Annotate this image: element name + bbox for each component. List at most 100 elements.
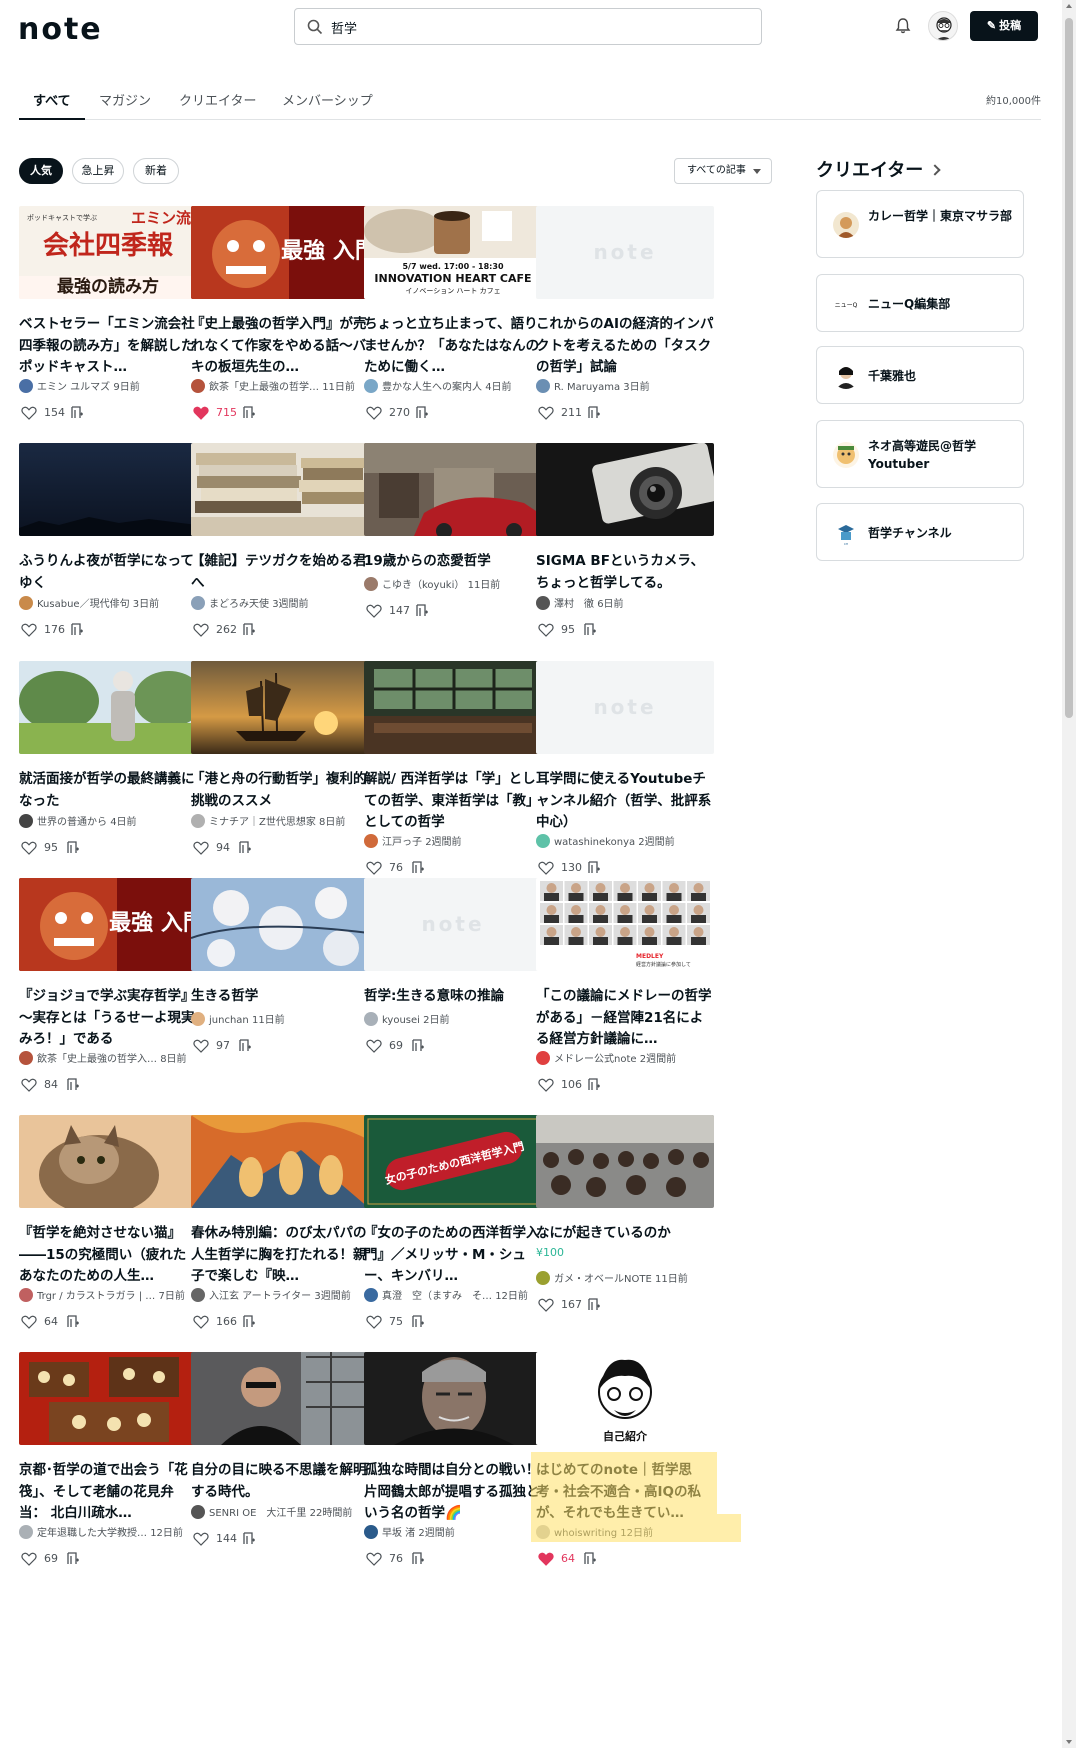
author-avatar[interactable]	[191, 596, 205, 610]
article-thumbnail[interactable]	[19, 1352, 197, 1445]
add-to-magazine-icon[interactable]	[241, 405, 257, 421]
creator-name[interactable]: 千葉雅也	[868, 367, 1018, 385]
article-card[interactable]: 5/7 wed. 17:00 - 18:30 INNOVATION HEART C…	[364, 206, 542, 424]
article-title[interactable]: 『ジョジョで学ぶ実存哲学』～実存とは「うるせーよ現実みろ！」である	[19, 986, 197, 1051]
article-thumbnail[interactable]	[191, 661, 369, 754]
author-avatar[interactable]	[19, 596, 33, 610]
author-name[interactable]: まどろみ天使	[209, 599, 269, 610]
add-to-magazine-icon[interactable]	[410, 860, 426, 876]
add-to-magazine-icon[interactable]	[586, 405, 602, 421]
heart-icon[interactable]	[193, 1532, 209, 1546]
article-title[interactable]: 生きる哲学	[191, 986, 369, 1008]
article-title[interactable]: SIGMA BFというカメラ、ちょっと哲学してる。	[536, 551, 714, 594]
post-button[interactable]: ✎ 投稿	[970, 11, 1038, 41]
author-avatar[interactable]	[364, 576, 378, 591]
article-card[interactable]: 就活面接が哲学の最終講義になった 世界の普通から 4日前 95	[19, 661, 197, 859]
add-to-magazine-icon[interactable]	[69, 405, 85, 421]
article-thumbnail[interactable]	[191, 1352, 369, 1445]
creator-name[interactable]: 哲学チャンネル	[868, 524, 1018, 542]
article-thumbnail[interactable]: MEDLEY 経営方針議論に参加して	[536, 878, 714, 971]
article-title[interactable]: なにが起きているのか	[536, 1223, 714, 1245]
add-to-magazine-icon[interactable]	[410, 1314, 426, 1330]
article-card[interactable]: 京都･哲学の道で出会う「花筏」、そして老舗の花見弁当： 北白川疏水… 定年退職した…	[19, 1352, 197, 1570]
author-name[interactable]: R. Maruyama	[554, 382, 620, 393]
author-avatar[interactable]	[191, 1011, 205, 1026]
heart-icon[interactable]	[538, 1552, 554, 1566]
article-thumbnail[interactable]: note	[536, 661, 714, 754]
add-to-magazine-icon[interactable]	[241, 622, 257, 638]
creator-card[interactable]: ネオ高等遊民@哲学Youtuber	[816, 420, 1024, 488]
article-thumbnail[interactable]	[19, 443, 197, 536]
bell-icon[interactable]	[893, 16, 913, 36]
add-to-magazine-icon[interactable]	[410, 1038, 426, 1054]
add-to-magazine-icon[interactable]	[410, 1551, 426, 1567]
article-card[interactable]: 「港と舟の行動哲学」複利的挑戦のススメ ミナチア｜Z世代思想家 8日前 94	[191, 661, 369, 859]
article-card[interactable]: 解説/ 西洋哲学は「学」としての哲学、東洋哲学は「教」としての哲学 江戸っ子 2週…	[364, 661, 542, 879]
creator-card[interactable]: カレー哲学｜東京マサラ部	[816, 190, 1024, 258]
author-avatar[interactable]	[536, 596, 550, 610]
note-logo[interactable]: note	[18, 12, 103, 47]
article-card[interactable]: 【雑記】テツガクを始める君へ まどろみ天使 3週間前 262	[191, 443, 369, 641]
article-title[interactable]: 『史上最強の哲学入門』が売れなくて作家をやめる話～バキの板垣先生の…	[191, 314, 369, 379]
heart-icon[interactable]	[193, 1315, 209, 1329]
article-thumbnail[interactable]	[536, 1115, 714, 1208]
article-title[interactable]: ベストセラー「エミン流会社四季報の読み方」を解説したポッドキャスト…	[19, 314, 197, 379]
author-name[interactable]: 飲茶「史上最強の哲学入…	[37, 1054, 157, 1065]
author-avatar[interactable]	[191, 1505, 205, 1519]
author-avatar[interactable]	[191, 1287, 205, 1302]
article-card[interactable]: MEDLEY 経営方針議論に参加して 「この議論にメドレーの哲学がある」－経営陣21…	[536, 878, 714, 1096]
user-avatar[interactable]	[928, 11, 958, 41]
heart-icon[interactable]	[193, 1039, 209, 1053]
author-name[interactable]: Kusabue／現代俳句	[37, 599, 130, 610]
article-thumbnail[interactable]	[19, 1115, 197, 1208]
page-scrollbar[interactable]	[1062, 0, 1076, 1748]
article-thumbnail[interactable]	[536, 443, 714, 536]
add-to-magazine-icon[interactable]	[241, 1314, 257, 1330]
article-title[interactable]: 【雑記】テツガクを始める君へ	[191, 551, 369, 594]
scroll-up-icon[interactable]	[1066, 4, 1072, 8]
creator-card[interactable]: ニューQ ニューQ編集部	[816, 274, 1024, 332]
tab-membership[interactable]: メンバーシップ	[282, 90, 373, 109]
article-card[interactable]: 自分の目に映る不思議を解明する時代。 SENRI OE 大江千里 22時間前 144	[191, 1352, 369, 1550]
article-card[interactable]: 19歳からの恋愛哲学 こゆき（koyuki） 11日前 147	[364, 443, 542, 622]
scrollbar-thumb[interactable]	[1065, 18, 1073, 718]
author-avatar[interactable]	[364, 1524, 378, 1539]
add-to-magazine-icon[interactable]	[237, 1038, 253, 1054]
article-title[interactable]: 『女の子のための西洋哲学入門』／メリッサ・M・シュー、キンバリ…	[364, 1223, 542, 1288]
article-card[interactable]: なにが起きているのか ¥100 ガメ・オベールNOTE 11日前 167	[536, 1115, 714, 1316]
article-card[interactable]: 生きる哲学 junchan 11日前 97	[191, 878, 369, 1057]
article-card[interactable]: 女の子のための西洋哲学入門 『女の子のための西洋哲学入門』／メリッサ・M・シュー、…	[364, 1115, 542, 1333]
scroll-down-icon[interactable]	[1066, 1740, 1072, 1744]
heart-icon[interactable]	[538, 1298, 554, 1312]
heart-icon[interactable]	[538, 623, 554, 637]
heart-icon[interactable]	[21, 841, 37, 855]
author-avatar[interactable]	[536, 378, 550, 393]
author-name[interactable]: Trgr / カラストラガラ | …	[37, 1291, 155, 1302]
article-title[interactable]: 哲学:生きる意味の推論	[364, 986, 542, 1008]
article-thumbnail[interactable]	[191, 878, 369, 971]
article-thumbnail[interactable]: 最強 入門	[19, 878, 197, 971]
add-to-magazine-icon[interactable]	[65, 840, 81, 856]
article-thumbnail[interactable]: ポッドキャストで学ぶ エミン流 会社四季報 最強の読み方	[19, 206, 197, 299]
article-card[interactable]: 最強 入門 『史上最強の哲学入門』が売れなくて作家をやめる話～バキの板垣先生の… 飲…	[191, 206, 369, 424]
author-avatar[interactable]	[191, 814, 205, 828]
heart-icon[interactable]	[538, 1078, 554, 1092]
author-name[interactable]: kyousei	[382, 1015, 420, 1026]
article-card[interactable]: ポッドキャストで学ぶ エミン流 会社四季報 最強の読み方ベストセラー「エミン流会社四季…	[19, 206, 197, 424]
author-name[interactable]: SENRI OE 大江千里	[209, 1508, 306, 1519]
creator-avatar[interactable]	[833, 442, 859, 468]
author-avatar[interactable]	[536, 1050, 550, 1065]
article-title[interactable]: ふうりんよ夜が哲学になってゆく	[19, 551, 197, 594]
article-thumbnail[interactable]: note	[364, 878, 542, 971]
author-avatar[interactable]	[19, 378, 33, 393]
heart-icon[interactable]	[193, 841, 209, 855]
tab-magazine[interactable]: マガジン	[99, 90, 151, 109]
article-title[interactable]: これからのAIの経済的インパクトを考えるための「タスクの哲学」試論	[536, 314, 714, 379]
filter-popular[interactable]: 人気	[19, 158, 63, 184]
add-to-magazine-icon[interactable]	[586, 1077, 602, 1093]
heart-icon[interactable]	[21, 406, 37, 420]
article-thumbnail[interactable]	[364, 443, 542, 536]
heart-icon[interactable]	[21, 623, 37, 637]
author-name[interactable]: 江戸っ子	[382, 837, 422, 848]
article-title[interactable]: 京都･哲学の道で出会う「花筏」、そして老舗の花見弁当： 北白川疏水…	[19, 1460, 197, 1525]
